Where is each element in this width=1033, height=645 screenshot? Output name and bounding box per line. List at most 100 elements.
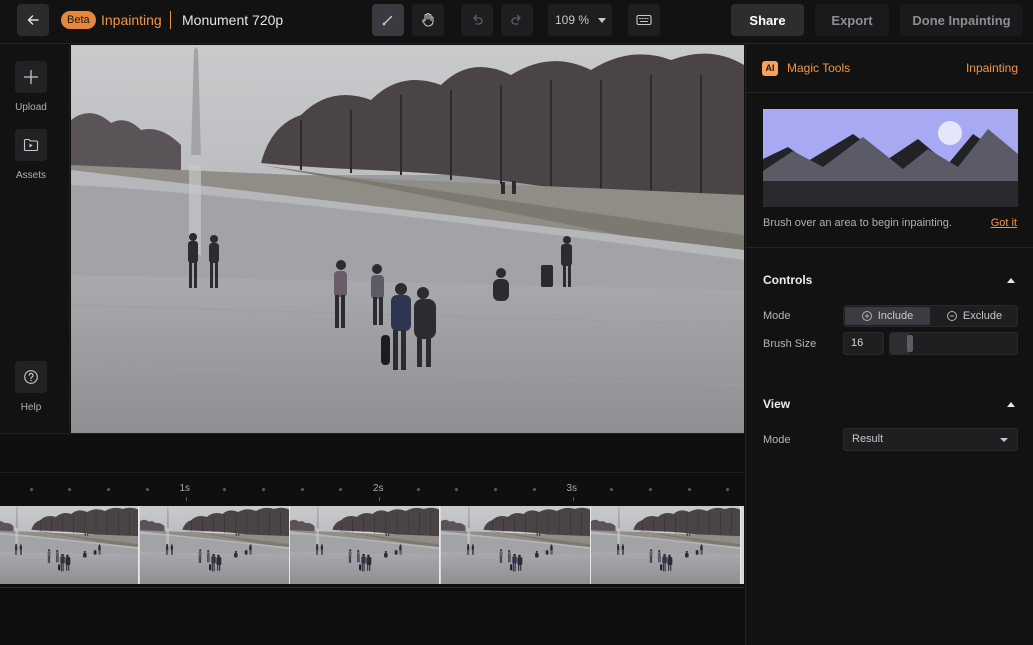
timeline-dot <box>726 488 730 491</box>
export-button[interactable]: Export <box>815 4 889 36</box>
filmstrip-frame <box>440 506 591 584</box>
keyboard-shortcuts-button[interactable] <box>628 4 660 36</box>
chevron-down-icon <box>598 18 606 23</box>
panel-mode-label: Inpainting <box>965 61 1018 75</box>
timeline-dot <box>416 488 420 491</box>
plus-icon <box>15 61 47 93</box>
timeline-dot <box>223 488 227 491</box>
ai-badge: AI <box>762 61 778 76</box>
view-mode-label: Mode <box>763 434 791 446</box>
help-icon <box>15 361 47 393</box>
sidebar-item-upload[interactable]: Upload <box>0 61 62 113</box>
view-mode-value: Result <box>852 433 884 445</box>
section-divider <box>746 247 1033 248</box>
brush-size-label: Brush Size <box>763 338 817 350</box>
timeline-dot <box>261 488 265 491</box>
timeline-tick-label: 2s <box>373 483 384 494</box>
view-section-title[interactable]: View <box>763 397 790 411</box>
monument-scene-image <box>71 45 744 433</box>
view-mode-select[interactable]: Result <box>843 428 1018 451</box>
share-button[interactable]: Share <box>731 4 804 36</box>
minus-circle-icon <box>946 311 957 321</box>
timeline-track-area <box>0 433 744 473</box>
timeline-dot <box>107 488 111 491</box>
timeline-dot <box>687 488 691 491</box>
brush-icon <box>382 15 393 26</box>
brush-size-input[interactable]: 16 <box>843 332 884 355</box>
top-bar: Beta Inpainting Monument 720p 109 % Shar… <box>0 0 1033 44</box>
filmstrip[interactable] <box>0 506 744 584</box>
mountain-illustration <box>763 109 1018 207</box>
timeline-dot <box>29 488 33 491</box>
frame-thumbnail <box>440 506 590 584</box>
timeline-tick-label: 1s <box>179 483 191 494</box>
filmstrip-frame <box>591 506 741 584</box>
panel-header: AI Magic Tools Inpainting <box>746 44 1033 93</box>
keyboard-icon <box>636 14 652 26</box>
sidebar-item-help[interactable]: Help <box>0 361 62 413</box>
filmstrip-frame <box>290 506 440 584</box>
mode-label: Mode <box>763 310 791 322</box>
panel-title: Magic Tools <box>787 61 851 75</box>
sidebar-item-label: Upload <box>15 102 47 113</box>
chevron-up-icon[interactable] <box>1007 402 1015 407</box>
timeline-tick-label: 3s <box>566 483 578 494</box>
timeline-dot <box>532 488 536 491</box>
video-canvas[interactable] <box>71 45 744 433</box>
timeline-dot <box>339 488 343 491</box>
sidebar-item-label: Help <box>20 402 42 413</box>
timeline-tick-mark <box>185 497 187 501</box>
timeline-dot <box>300 488 304 491</box>
timeline-dot <box>145 488 149 491</box>
redo-button[interactable] <box>501 4 533 36</box>
filmstrip-frame <box>139 506 290 584</box>
sidebar-item-label: Assets <box>15 170 46 181</box>
folder-play-icon <box>15 129 47 161</box>
timeline-ruler[interactable]: 1s 2s 3s <box>0 473 744 505</box>
zoom-dropdown[interactable]: 109 % <box>548 4 612 36</box>
timeline-dot <box>494 488 498 491</box>
timeline-empty-track <box>0 587 744 645</box>
frame-thumbnail <box>139 506 289 584</box>
frame-thumbnail <box>0 506 138 584</box>
include-option[interactable]: Include <box>845 307 930 325</box>
hand-tool-button[interactable] <box>412 4 444 36</box>
brush-tool-button[interactable] <box>372 4 404 36</box>
chevron-down-icon <box>1000 438 1008 442</box>
timeline-dot <box>610 488 614 491</box>
chevron-up-icon[interactable] <box>1007 278 1015 283</box>
magic-tools-panel: AI Magic Tools Inpainting Brush over an … <box>745 44 1033 645</box>
brush-size-slider[interactable] <box>889 332 1018 355</box>
exclude-option[interactable]: Exclude <box>932 307 1017 325</box>
include-label: Include <box>877 310 914 322</box>
timeline-dot <box>68 488 72 491</box>
left-sidebar: Upload Assets Help <box>0 44 70 433</box>
frame-thumbnail <box>591 506 740 584</box>
controls-section-title[interactable]: Controls <box>763 273 812 287</box>
done-inpainting-button[interactable]: Done Inpainting <box>900 4 1023 36</box>
mode-segmented-control: Include Exclude <box>843 305 1018 327</box>
zoom-value: 109 % <box>555 13 590 27</box>
timeline-tick-mark <box>379 497 380 501</box>
arrow-left-icon <box>27 15 39 25</box>
plus-circle-icon <box>861 311 872 321</box>
slider-thumb[interactable] <box>907 335 913 352</box>
got-it-link[interactable]: Got it <box>991 217 1017 229</box>
redo-icon <box>511 14 521 25</box>
undo-icon <box>473 14 483 25</box>
timeline-dot <box>648 488 652 491</box>
back-button[interactable] <box>17 4 49 36</box>
frame-thumbnail <box>290 506 439 584</box>
inpainting-hint: Brush over an area to begin inpainting. <box>763 217 952 229</box>
hand-icon <box>422 12 434 27</box>
sidebar-item-assets[interactable]: Assets <box>0 129 62 181</box>
filmstrip-frame <box>0 506 139 584</box>
exclude-label: Exclude <box>962 310 1003 322</box>
undo-button[interactable] <box>461 4 493 36</box>
mode-title: Inpainting <box>101 12 162 28</box>
timeline-tick-mark <box>572 497 574 501</box>
title-divider <box>170 11 171 29</box>
project-title[interactable]: Monument 720p <box>182 12 283 29</box>
timeline-dot <box>455 488 459 491</box>
beta-badge: Beta <box>61 11 96 29</box>
